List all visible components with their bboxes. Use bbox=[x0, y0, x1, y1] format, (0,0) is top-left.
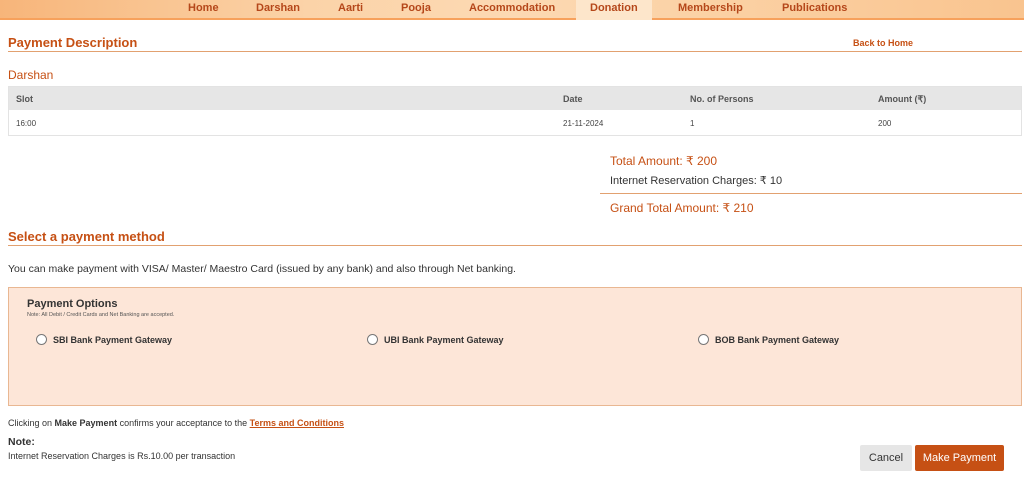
nav-publications[interactable]: Publications bbox=[782, 2, 847, 14]
terms-link[interactable]: Terms and Conditions bbox=[250, 418, 344, 428]
booking-table: Slot Date No. of Persons Amount (₹) 16:0… bbox=[8, 86, 1022, 136]
cell-amount: 200 bbox=[878, 119, 892, 128]
radio-button[interactable] bbox=[698, 334, 709, 345]
divider bbox=[8, 245, 1022, 246]
payment-options-note: Note: All Debit / Credit Cards and Net B… bbox=[27, 312, 175, 318]
back-to-home-link[interactable]: Back to Home bbox=[853, 38, 913, 48]
note-label: Note: bbox=[8, 436, 35, 448]
radio-button[interactable] bbox=[36, 334, 47, 345]
column-header-date: Date bbox=[563, 94, 583, 104]
column-header-slot: Slot bbox=[16, 94, 33, 104]
nav-accommodation[interactable]: Accommodation bbox=[469, 2, 555, 14]
option-label: UBI Bank Payment Gateway bbox=[384, 334, 504, 345]
cell-date: 21-11-2024 bbox=[563, 119, 604, 128]
note-text: Internet Reservation Charges is Rs.10.00… bbox=[8, 451, 236, 461]
bob-gateway-option[interactable]: BOB Bank Payment Gateway bbox=[698, 334, 839, 345]
nav-pooja[interactable]: Pooja bbox=[401, 2, 431, 14]
nav-membership[interactable]: Membership bbox=[678, 2, 743, 14]
option-label: SBI Bank Payment Gateway bbox=[53, 334, 173, 345]
nav-aarti[interactable]: Aarti bbox=[338, 2, 363, 14]
terms-action: Make Payment bbox=[54, 418, 118, 428]
radio-button[interactable] bbox=[367, 334, 378, 345]
payment-info-text: You can make payment with VISA/ Master/ … bbox=[8, 263, 516, 275]
nav-home[interactable]: Home bbox=[188, 2, 219, 14]
sbi-gateway-option[interactable]: SBI Bank Payment Gateway bbox=[36, 334, 172, 345]
column-header-persons: No. of Persons bbox=[690, 94, 754, 104]
terms-text: Clicking on Make Payment confirms your a… bbox=[8, 418, 344, 428]
total-amount: Total Amount: ₹ 200 bbox=[610, 154, 718, 168]
top-navbar: Home Darshan Aarti Pooja Accommodation D… bbox=[0, 0, 1024, 20]
booking-category: Darshan bbox=[8, 68, 54, 82]
option-label: BOB Bank Payment Gateway bbox=[715, 334, 840, 345]
cell-persons: 1 bbox=[690, 119, 695, 128]
make-payment-button[interactable]: Make Payment bbox=[915, 445, 1004, 471]
payment-description-title: Payment Description bbox=[8, 35, 138, 50]
reservation-charges: Internet Reservation Charges: ₹ 10 bbox=[610, 175, 783, 187]
table-header: Slot Date No. of Persons Amount (₹) bbox=[9, 87, 1021, 110]
payment-options-title: Payment Options bbox=[27, 298, 118, 310]
cell-slot: 16:00 bbox=[16, 119, 37, 128]
payment-options-panel: Payment Options Note: All Debit / Credit… bbox=[8, 287, 1022, 406]
terms-prefix: Clicking on bbox=[8, 418, 55, 428]
terms-middle: confirms your acceptance to the bbox=[117, 418, 250, 428]
nav-donation[interactable]: Donation bbox=[576, 0, 652, 20]
ubi-gateway-option[interactable]: UBI Bank Payment Gateway bbox=[367, 334, 504, 345]
divider bbox=[8, 51, 1022, 52]
summary-divider bbox=[600, 193, 1022, 194]
payment-method-title: Select a payment method bbox=[8, 229, 165, 244]
cancel-button[interactable]: Cancel bbox=[860, 445, 912, 471]
column-header-amount: Amount (₹) bbox=[878, 94, 927, 104]
nav-darshan[interactable]: Darshan bbox=[256, 2, 300, 14]
grand-total-amount: Grand Total Amount: ₹ 210 bbox=[610, 201, 754, 215]
